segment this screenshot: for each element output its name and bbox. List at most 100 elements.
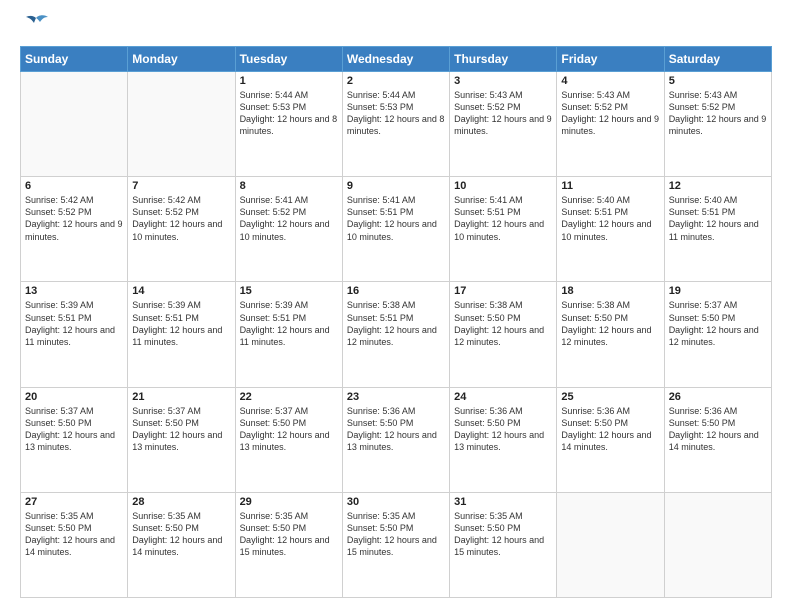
calendar-cell: 29 Sunrise: 5:35 AM Sunset: 5:50 PM Dayli… [235,492,342,597]
calendar-header: SundayMondayTuesdayWednesdayThursdayFrid… [21,47,772,72]
calendar-cell: 21 Sunrise: 5:37 AM Sunset: 5:50 PM Dayli… [128,387,235,492]
cell-details: Sunrise: 5:39 AM Sunset: 5:51 PM Dayligh… [132,299,230,348]
day-number: 27 [25,496,123,508]
cell-details: Sunrise: 5:36 AM Sunset: 5:50 PM Dayligh… [669,405,767,454]
cell-details: Sunrise: 5:38 AM Sunset: 5:51 PM Dayligh… [347,299,445,348]
day-number: 25 [561,391,659,403]
cell-details: Sunrise: 5:39 AM Sunset: 5:51 PM Dayligh… [240,299,338,348]
day-number: 4 [561,75,659,87]
week-row-2: 6 Sunrise: 5:42 AM Sunset: 5:52 PM Daylig… [21,177,772,282]
cell-details: Sunrise: 5:40 AM Sunset: 5:51 PM Dayligh… [561,194,659,243]
cell-details: Sunrise: 5:42 AM Sunset: 5:52 PM Dayligh… [25,194,123,243]
day-number: 9 [347,180,445,192]
cell-details: Sunrise: 5:43 AM Sunset: 5:52 PM Dayligh… [561,89,659,138]
day-number: 24 [454,391,552,403]
cell-details: Sunrise: 5:35 AM Sunset: 5:50 PM Dayligh… [25,510,123,559]
day-number: 8 [240,180,338,192]
day-number: 7 [132,180,230,192]
cell-details: Sunrise: 5:40 AM Sunset: 5:51 PM Dayligh… [669,194,767,243]
calendar-cell: 2Sunrise: 5:44 AM Sunset: 5:53 PM Daylig… [342,72,449,177]
weekday-header-tuesday: Tuesday [235,47,342,72]
calendar-cell: 30 Sunrise: 5:35 AM Sunset: 5:50 PM Dayli… [342,492,449,597]
day-number: 3 [454,75,552,87]
day-number: 13 [25,285,123,297]
cell-details: Sunrise: 5:43 AM Sunset: 5:52 PM Dayligh… [669,89,767,138]
calendar-cell: 17Sunrise: 5:38 AM Sunset: 5:50 PM Dayli… [450,282,557,387]
cell-details: Sunrise: 5:44 AM Sunset: 5:53 PM Dayligh… [240,89,338,138]
day-number: 31 [454,496,552,508]
week-row-3: 13 Sunrise: 5:39 AM Sunset: 5:51 PM Dayli… [21,282,772,387]
calendar-cell: 20Sunrise: 5:37 AM Sunset: 5:50 PM Dayli… [21,387,128,492]
weekday-header-monday: Monday [128,47,235,72]
day-number: 21 [132,391,230,403]
cell-details: Sunrise: 5:37 AM Sunset: 5:50 PM Dayligh… [669,299,767,348]
weekday-header-saturday: Saturday [664,47,771,72]
day-number: 12 [669,180,767,192]
day-number: 30 [347,496,445,508]
calendar-cell: 1 Sunrise: 5:44 AM Sunset: 5:53 PM Daylig… [235,72,342,177]
day-number: 1 [240,75,338,87]
weekday-row: SundayMondayTuesdayWednesdayThursdayFrid… [21,47,772,72]
day-number: 5 [669,75,767,87]
calendar-cell: 19 Sunrise: 5:37 AM Sunset: 5:50 PM Dayli… [664,282,771,387]
cell-details: Sunrise: 5:35 AM Sunset: 5:50 PM Dayligh… [240,510,338,559]
day-number: 2 [347,75,445,87]
calendar-table: SundayMondayTuesdayWednesdayThursdayFrid… [20,46,772,598]
calendar-cell: 9Sunrise: 5:41 AM Sunset: 5:51 PM Daylig… [342,177,449,282]
cell-details: Sunrise: 5:43 AM Sunset: 5:52 PM Dayligh… [454,89,552,138]
page: SundayMondayTuesdayWednesdayThursdayFrid… [0,0,792,612]
day-number: 6 [25,180,123,192]
logo [20,18,50,36]
day-number: 23 [347,391,445,403]
week-row-5: 27 Sunrise: 5:35 AM Sunset: 5:50 PM Dayli… [21,492,772,597]
calendar-cell [664,492,771,597]
weekday-header-friday: Friday [557,47,664,72]
day-number: 29 [240,496,338,508]
calendar-body: 1 Sunrise: 5:44 AM Sunset: 5:53 PM Daylig… [21,72,772,598]
calendar-cell [21,72,128,177]
calendar-cell: 25 Sunrise: 5:36 AM Sunset: 5:50 PM Dayli… [557,387,664,492]
calendar-cell: 10Sunrise: 5:41 AM Sunset: 5:51 PM Dayli… [450,177,557,282]
day-number: 28 [132,496,230,508]
calendar-cell [557,492,664,597]
calendar-cell: 12 Sunrise: 5:40 AM Sunset: 5:51 PM Dayli… [664,177,771,282]
day-number: 19 [669,285,767,297]
cell-details: Sunrise: 5:37 AM Sunset: 5:50 PM Dayligh… [132,405,230,454]
calendar-cell: 23Sunrise: 5:36 AM Sunset: 5:50 PM Dayli… [342,387,449,492]
calendar-cell: 26 Sunrise: 5:36 AM Sunset: 5:50 PM Dayli… [664,387,771,492]
cell-details: Sunrise: 5:35 AM Sunset: 5:50 PM Dayligh… [132,510,230,559]
cell-details: Sunrise: 5:38 AM Sunset: 5:50 PM Dayligh… [561,299,659,348]
day-number: 14 [132,285,230,297]
day-number: 18 [561,285,659,297]
calendar-cell: 7 Sunrise: 5:42 AM Sunset: 5:52 PM Daylig… [128,177,235,282]
day-number: 11 [561,180,659,192]
cell-details: Sunrise: 5:39 AM Sunset: 5:51 PM Dayligh… [25,299,123,348]
day-number: 15 [240,285,338,297]
cell-details: Sunrise: 5:36 AM Sunset: 5:50 PM Dayligh… [454,405,552,454]
calendar-cell: 3 Sunrise: 5:43 AM Sunset: 5:52 PM Daylig… [450,72,557,177]
cell-details: Sunrise: 5:38 AM Sunset: 5:50 PM Dayligh… [454,299,552,348]
cell-details: Sunrise: 5:35 AM Sunset: 5:50 PM Dayligh… [347,510,445,559]
calendar-cell: 31 Sunrise: 5:35 AM Sunset: 5:50 PM Dayli… [450,492,557,597]
calendar-cell: 6 Sunrise: 5:42 AM Sunset: 5:52 PM Daylig… [21,177,128,282]
day-number: 22 [240,391,338,403]
cell-details: Sunrise: 5:37 AM Sunset: 5:50 PM Dayligh… [240,405,338,454]
cell-details: Sunrise: 5:35 AM Sunset: 5:50 PM Dayligh… [454,510,552,559]
day-number: 26 [669,391,767,403]
calendar-cell: 27 Sunrise: 5:35 AM Sunset: 5:50 PM Dayli… [21,492,128,597]
calendar-cell: 4 Sunrise: 5:43 AM Sunset: 5:52 PM Daylig… [557,72,664,177]
weekday-header-wednesday: Wednesday [342,47,449,72]
calendar-cell: 28 Sunrise: 5:35 AM Sunset: 5:50 PM Dayli… [128,492,235,597]
calendar-cell: 18 Sunrise: 5:38 AM Sunset: 5:50 PM Dayli… [557,282,664,387]
cell-details: Sunrise: 5:42 AM Sunset: 5:52 PM Dayligh… [132,194,230,243]
calendar-cell: 22 Sunrise: 5:37 AM Sunset: 5:50 PM Dayli… [235,387,342,492]
logo-bird-icon [22,14,50,36]
cell-details: Sunrise: 5:36 AM Sunset: 5:50 PM Dayligh… [561,405,659,454]
weekday-header-sunday: Sunday [21,47,128,72]
calendar-cell: 24 Sunrise: 5:36 AM Sunset: 5:50 PM Dayli… [450,387,557,492]
calendar-cell: 8 Sunrise: 5:41 AM Sunset: 5:52 PM Daylig… [235,177,342,282]
cell-details: Sunrise: 5:41 AM Sunset: 5:52 PM Dayligh… [240,194,338,243]
day-number: 16 [347,285,445,297]
week-row-1: 1 Sunrise: 5:44 AM Sunset: 5:53 PM Daylig… [21,72,772,177]
calendar-cell: 14 Sunrise: 5:39 AM Sunset: 5:51 PM Dayli… [128,282,235,387]
